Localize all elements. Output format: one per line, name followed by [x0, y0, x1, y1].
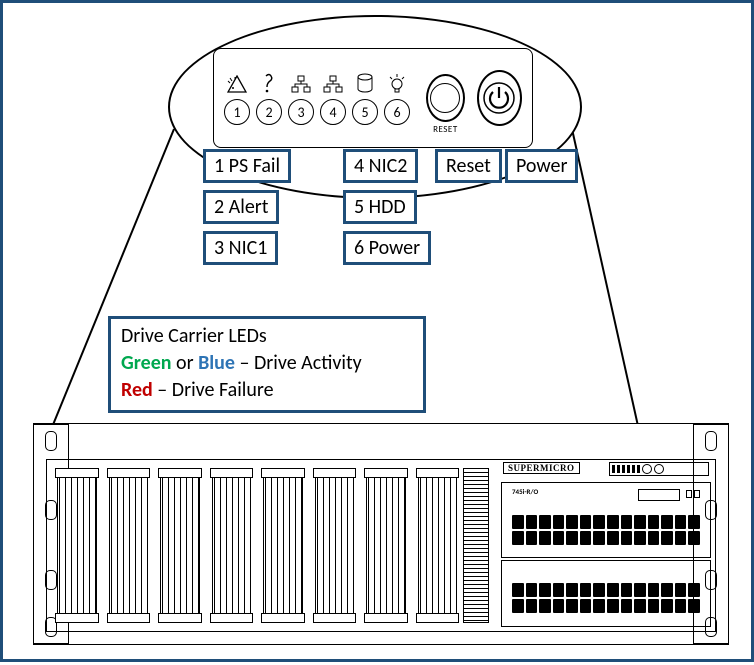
- drive-led-legend: Drive Carrier LEDs Green or Blue – Drive…: [108, 316, 426, 413]
- module-lcd: [638, 489, 680, 501]
- label-ps-fail: 1 PS Fail: [203, 149, 291, 183]
- led-number: 6: [384, 99, 410, 125]
- front-panel: 1 2 3 4 5: [213, 48, 533, 148]
- drive-bay: [109, 468, 149, 623]
- led-1: 1: [224, 71, 250, 125]
- label-reset-btn: Reset: [435, 149, 502, 183]
- led-number: 5: [352, 99, 378, 125]
- led-number: 3: [288, 99, 314, 125]
- drive-bay: [418, 468, 458, 623]
- power-button[interactable]: [477, 70, 522, 126]
- module-knobs: [686, 490, 700, 498]
- info-icon: [258, 71, 280, 93]
- legend-blue: Blue: [198, 351, 235, 375]
- legend-line-activity: Green or Blue – Drive Activity: [121, 350, 413, 377]
- led-3: 3: [288, 71, 314, 125]
- label-hdd: 5 HDD: [343, 190, 417, 224]
- reset-button[interactable]: RESET: [426, 74, 465, 122]
- power-icon: [482, 81, 516, 115]
- legend-title: Drive Carrier LEDs: [121, 323, 413, 350]
- diagram-canvas: 1 2 3 4 5: [0, 0, 754, 662]
- brand-badge: SUPERMICRO: [503, 462, 580, 474]
- label-nic2: 4 NIC2: [343, 149, 418, 183]
- drive-bay: [212, 468, 252, 623]
- label-nic1: 3 NIC1: [203, 231, 278, 265]
- legend-red: Red: [121, 378, 153, 402]
- led-6: 6: [384, 71, 410, 125]
- vent-grid: [512, 583, 700, 613]
- led-number: 2: [256, 99, 282, 125]
- module-top: 745i-R/O: [501, 482, 711, 558]
- disk-icon: [354, 71, 376, 93]
- legend-line-failure: Red – Drive Failure: [121, 377, 413, 404]
- drive-bay: [263, 468, 303, 623]
- led-5: 5: [352, 71, 378, 125]
- right-modules-area: SUPERMICRO 745i-R/O: [497, 460, 715, 631]
- net-icon: [290, 71, 312, 93]
- label-alert: 2 Alert: [203, 190, 279, 224]
- drive-bay: [57, 468, 97, 623]
- label-power: 6 Power: [343, 231, 431, 265]
- module-label: 745i-R/O: [512, 487, 538, 496]
- server-chassis: SUPERMICRO 745i-R/O: [33, 423, 729, 645]
- warn-icon: [226, 71, 248, 93]
- vent-grid: [512, 515, 700, 545]
- drive-bay: [160, 468, 200, 623]
- drive-bay: [366, 468, 406, 623]
- led-number: 4: [320, 99, 346, 125]
- net-icon: [322, 71, 344, 93]
- drive-bays: [57, 468, 457, 623]
- legend-green: Green: [121, 351, 172, 375]
- module-bottom: [501, 560, 711, 627]
- led-4: 4: [320, 71, 346, 125]
- led-2: 2: [256, 71, 282, 125]
- mini-control-panel: [609, 462, 709, 476]
- bulb-icon: [386, 71, 408, 93]
- led-number: 1: [224, 99, 250, 125]
- slim-slots: [463, 468, 489, 623]
- drive-bay: [315, 468, 355, 623]
- chassis-front: SUPERMICRO 745i-R/O: [46, 459, 716, 632]
- reset-caption: RESET: [433, 124, 458, 135]
- label-power-btn: Power: [505, 149, 578, 183]
